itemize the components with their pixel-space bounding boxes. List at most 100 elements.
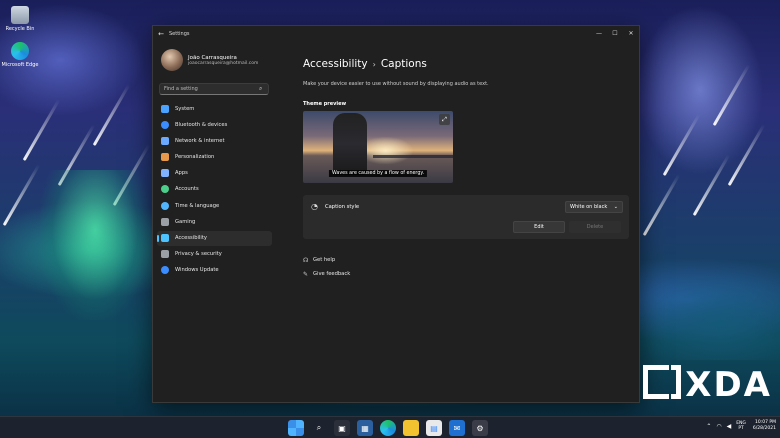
sidebar-item-label: Bluetooth & devices bbox=[175, 121, 228, 128]
main-content: Accessibility › Captions Make your devic… bbox=[303, 26, 639, 402]
give-feedback-link[interactable]: ✎ Give feedback bbox=[303, 267, 350, 281]
desktop-icon-recycle-bin[interactable]: Recycle Bin bbox=[0, 6, 40, 32]
back-arrow-icon[interactable]: ← bbox=[153, 30, 169, 38]
page-description: Make your device easier to use without s… bbox=[303, 81, 489, 87]
wallpaper-streak bbox=[712, 63, 751, 127]
search-input[interactable] bbox=[164, 86, 259, 92]
sidebar-item-privacy-security[interactable]: Privacy & security bbox=[157, 247, 272, 262]
xda-bracket-right bbox=[671, 365, 682, 399]
caption-style-card: ◔ Caption style White on black ⌄ Edit De… bbox=[303, 195, 629, 239]
edge-icon bbox=[11, 42, 29, 60]
xda-watermark-logo: XDA bbox=[643, 365, 772, 405]
sidebar-item-system[interactable]: System bbox=[157, 101, 272, 116]
taskbar: ⌕ ▣ ▦ ▤ ✉ ⚙ ⌃ ◠ ◀ ENG PT 10:07 PM 6/28/2… bbox=[0, 416, 780, 438]
sidebar-item-gaming[interactable]: Gaming bbox=[157, 214, 272, 229]
task-view-icon[interactable]: ▣ bbox=[334, 420, 350, 436]
chevron-down-icon: ⌄ bbox=[613, 204, 618, 210]
language-indicator[interactable]: ENG PT bbox=[736, 421, 746, 431]
sidebar-item-accounts[interactable]: Accounts bbox=[157, 182, 272, 197]
user-profile[interactable]: João Carrasqueira joaocarrasqueira@hotma… bbox=[161, 49, 258, 71]
feedback-icon: ✎ bbox=[303, 270, 309, 278]
gaming-icon bbox=[161, 217, 169, 226]
network-icon bbox=[161, 136, 169, 145]
avatar bbox=[161, 49, 183, 71]
sidebar-item-label: System bbox=[175, 105, 195, 112]
sidebar-item-time-language[interactable]: Time & language bbox=[157, 198, 272, 213]
apps-icon bbox=[161, 169, 169, 178]
desktop-icon-label: Recycle Bin bbox=[5, 26, 35, 32]
sidebar-item-windows-update[interactable]: Windows Update bbox=[157, 263, 272, 278]
shield-icon bbox=[161, 250, 169, 259]
sidebar-item-network[interactable]: Network & internet bbox=[157, 133, 272, 148]
settings-window: ← Settings — ☐ ✕ João Carrasqueira joaoc… bbox=[152, 25, 640, 403]
file-explorer-icon[interactable] bbox=[403, 420, 419, 436]
preview-caption: Waves are caused by a flow of energy. bbox=[328, 170, 428, 177]
sidebar-item-label: Apps bbox=[175, 170, 188, 177]
preview-person bbox=[333, 113, 367, 175]
expand-icon[interactable]: ⤢ bbox=[439, 114, 450, 125]
get-help-link[interactable]: ☊ Get help bbox=[303, 253, 350, 267]
settings-icon[interactable]: ⚙ bbox=[472, 420, 488, 436]
wallpaper-island bbox=[40, 170, 150, 320]
sidebar-item-label: Accounts bbox=[175, 186, 199, 193]
accessibility-icon bbox=[161, 234, 169, 242]
start-icon[interactable] bbox=[288, 420, 304, 436]
profile-email: joaocarrasqueira@hotmail.com bbox=[188, 60, 259, 66]
page-title: Captions bbox=[380, 58, 427, 70]
sidebar-item-label: Personalization bbox=[175, 154, 215, 161]
search-icon[interactable]: ⌕ bbox=[259, 85, 262, 93]
chevron-right-icon: › bbox=[372, 59, 376, 69]
wallpaper-streak bbox=[642, 173, 681, 237]
caption-style-icon: ◔ bbox=[311, 202, 318, 211]
store-icon[interactable]: ▤ bbox=[426, 420, 442, 436]
brush-icon bbox=[161, 153, 169, 162]
recycle-bin-icon bbox=[11, 6, 29, 24]
volume-icon[interactable]: ◀ bbox=[727, 423, 732, 430]
widgets-icon[interactable]: ▦ bbox=[357, 420, 373, 436]
wallpaper-streak bbox=[2, 163, 41, 227]
mail-icon[interactable]: ✉ bbox=[449, 420, 465, 436]
give-feedback-label: Give feedback bbox=[313, 271, 351, 277]
help-icon: ☊ bbox=[303, 256, 309, 264]
wallpaper-streak bbox=[727, 123, 766, 187]
caption-style-label: Caption style bbox=[324, 203, 360, 210]
breadcrumb: Accessibility › Captions bbox=[303, 58, 427, 70]
preview-railing bbox=[373, 155, 453, 158]
theme-preview-label: Theme preview bbox=[303, 101, 347, 107]
breadcrumb-parent[interactable]: Accessibility bbox=[303, 58, 368, 70]
search-box: ⌕ bbox=[159, 83, 269, 95]
clock-date: 6/28/2021 bbox=[752, 426, 776, 431]
sidebar-item-accessibility[interactable]: Accessibility bbox=[157, 230, 272, 246]
clock[interactable]: 10:07 PM 6/28/2021 bbox=[753, 420, 776, 432]
wallpaper-streak bbox=[22, 98, 61, 162]
edit-button[interactable]: Edit bbox=[513, 221, 565, 233]
caption-style-value: White on black bbox=[570, 204, 608, 210]
edge-icon[interactable] bbox=[380, 420, 396, 436]
desktop-icon-label: Microsoft Edge bbox=[1, 62, 39, 68]
wallpaper-hill bbox=[630, 270, 780, 360]
sidebar-item-label: Windows Update bbox=[175, 267, 219, 274]
keyboard-layout: PT bbox=[738, 426, 744, 431]
search-icon[interactable]: ⌕ bbox=[311, 420, 327, 436]
clock-icon bbox=[161, 201, 169, 210]
caption-style-dropdown[interactable]: White on black ⌄ bbox=[565, 201, 623, 213]
taskbar-apps: ⌕ ▣ ▦ ▤ ✉ ⚙ bbox=[288, 420, 495, 436]
system-tray: ⌃ ◠ ◀ ENG PT 10:07 PM 6/28/2021 bbox=[706, 420, 776, 432]
sidebar-item-bluetooth[interactable]: Bluetooth & devices bbox=[157, 117, 272, 132]
wallpaper-streak bbox=[662, 113, 701, 177]
delete-button[interactable]: Delete bbox=[569, 221, 621, 233]
wallpaper-streak bbox=[692, 153, 731, 217]
wifi-icon[interactable]: ◠ bbox=[716, 423, 721, 430]
sidebar-item-apps[interactable]: Apps bbox=[157, 166, 272, 181]
xda-watermark-text: XDA bbox=[685, 365, 772, 405]
sidebar-item-label: Gaming bbox=[175, 218, 196, 225]
get-help-label: Get help bbox=[313, 257, 336, 263]
chevron-up-icon[interactable]: ⌃ bbox=[706, 423, 711, 430]
sidebar-item-label: Time & language bbox=[175, 202, 220, 209]
sidebar-item-label: Privacy & security bbox=[175, 251, 222, 258]
sidebar-item-label: Accessibility bbox=[175, 235, 207, 241]
desktop-icon-edge[interactable]: Microsoft Edge bbox=[0, 42, 40, 68]
sidebar-item-personalization[interactable]: Personalization bbox=[157, 150, 272, 165]
update-icon bbox=[161, 266, 169, 275]
wallpaper-streak bbox=[92, 83, 131, 147]
